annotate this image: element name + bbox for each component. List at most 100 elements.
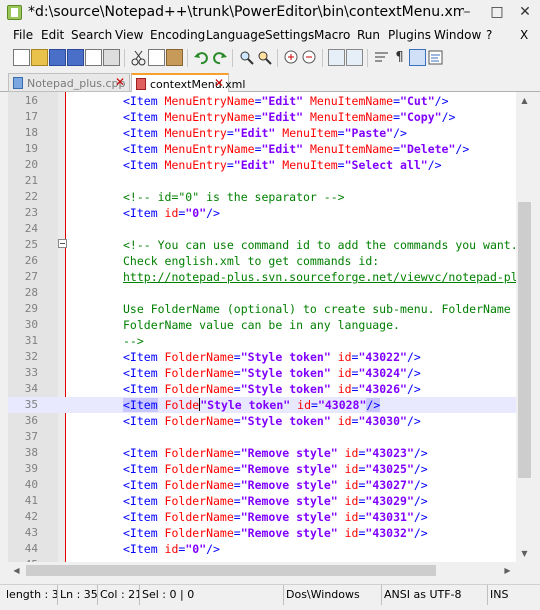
code-line[interactable]: 17 <Item MenuEntryName="Edit" MenuItemNam… <box>8 109 516 125</box>
code-line[interactable]: 34 <Item FolderName="Style token" id="430… <box>8 381 516 397</box>
code-token: /> <box>206 206 220 220</box>
code-line[interactable]: 24 <box>8 221 516 237</box>
close-icon[interactable] <box>85 49 102 66</box>
cut-icon[interactable] <box>130 49 147 66</box>
code-token: <Item <box>123 462 165 476</box>
minimize-button[interactable]: – <box>452 0 482 26</box>
document-map-icon[interactable] <box>427 49 444 66</box>
tab-context-menu-xml[interactable]: contextMenu.xml ✕ <box>131 73 245 93</box>
line-number: 42 <box>24 510 38 523</box>
indent-guide-icon[interactable] <box>409 49 426 66</box>
scroll-left-icon[interactable]: ◀ <box>8 562 25 579</box>
menu-encoding[interactable]: Encoding <box>150 28 205 42</box>
code-line[interactable]: 43 <Item FolderName="Remove style" id="43… <box>8 525 516 541</box>
code-line[interactable]: 31 --> <box>8 333 516 349</box>
code-line[interactable]: 33 <Item FolderName="Style token" id="430… <box>8 365 516 381</box>
code-line[interactable]: 40 <Item FolderName="Remove style" id="43… <box>8 477 516 493</box>
code-token: id <box>344 462 359 476</box>
tab-close-icon[interactable]: ✕ <box>115 75 125 89</box>
code-token: <Item <box>123 446 165 460</box>
code-line[interactable]: 26 Check english.xml to get commands id: <box>8 253 516 269</box>
code-line[interactable]: 30 FolderName value can be in any languag… <box>8 317 516 333</box>
copy-icon[interactable] <box>148 49 165 66</box>
save-icon[interactable] <box>49 49 66 66</box>
scroll-right-icon[interactable]: ▶ <box>499 562 516 579</box>
menu-edit[interactable]: Edit <box>41 28 64 42</box>
code-editor[interactable]: 16 <Item MenuEntryName="Edit" MenuItemNam… <box>8 92 516 562</box>
code-token: "Paste" <box>344 126 394 140</box>
menu-window[interactable]: Window <box>434 28 481 42</box>
menu-file[interactable]: File <box>13 28 33 42</box>
code-token: id <box>337 350 352 364</box>
scroll-thumb[interactable] <box>26 565 436 576</box>
menu-search[interactable]: Search <box>71 28 112 42</box>
scroll-thumb[interactable] <box>518 202 531 478</box>
code-line[interactable]: 36 <Item FolderName="Style token" id="430… <box>8 413 516 429</box>
code-line[interactable]: 19 <Item MenuEntryName="Edit" MenuItemNam… <box>8 141 516 157</box>
toolbar: ¶ <box>0 45 540 71</box>
close-window-button[interactable]: ✕ <box>510 0 540 26</box>
status-selection: Sel : 0 | 0 <box>140 585 284 605</box>
redo-icon[interactable] <box>211 49 228 66</box>
print-icon[interactable] <box>103 49 120 66</box>
scroll-up-icon[interactable]: ▲ <box>516 92 533 109</box>
menu-plugins[interactable]: Plugins <box>388 28 431 42</box>
vertical-scrollbar[interactable]: ▲ ▼ <box>516 92 533 562</box>
sync-vertical-icon[interactable] <box>328 49 345 66</box>
new-icon[interactable] <box>13 49 30 66</box>
code-token: <Item <box>123 366 165 380</box>
horizontal-scrollbar[interactable]: ◀ ▶ <box>8 562 516 579</box>
replace-icon[interactable] <box>256 49 273 66</box>
code-line[interactable]: 23 <Item id="0"/> <box>8 205 516 221</box>
code-line[interactable]: 39 <Item FolderName="Remove style" id="43… <box>8 461 516 477</box>
code-token: Check english.xml to get commands id: <box>123 254 380 268</box>
code-line[interactable]: 38 <Item FolderName="Remove style" id="43… <box>8 445 516 461</box>
save-all-icon[interactable] <box>67 49 84 66</box>
code-line[interactable]: 16 <Item MenuEntryName="Edit" MenuItemNam… <box>8 93 516 109</box>
code-token: FolderName <box>164 382 234 396</box>
code-token: MenuEntry <box>164 158 227 172</box>
code-line[interactable]: 18 <Item MenuEntry="Edit" MenuItem="Paste… <box>8 125 516 141</box>
line-text: <Item FolderName="Remove style" id="4302… <box>123 462 428 476</box>
code-token: "43022" <box>358 350 407 364</box>
zoom-out-icon[interactable] <box>301 49 318 66</box>
code-line[interactable]: 21 <box>8 173 516 189</box>
menu-macro[interactable]: Macro <box>314 28 350 42</box>
close-document-icon[interactable]: X <box>520 28 528 42</box>
code-line[interactable]: 44 <Item id="0"/> <box>8 541 516 557</box>
maximize-button[interactable]: □ <box>482 0 512 26</box>
file-icon <box>13 77 23 89</box>
code-token: id <box>297 398 311 412</box>
code-token: <Item <box>123 478 165 492</box>
code-line[interactable]: 32 <Item FolderName="Style token" id="430… <box>8 349 516 365</box>
code-line[interactable]: 20 <Item MenuEntry="Edit" MenuItem="Selec… <box>8 157 516 173</box>
menu-run[interactable]: Run <box>357 28 380 42</box>
code-line[interactable]: 28 <box>8 285 516 301</box>
menu-view[interactable]: View <box>115 28 143 42</box>
code-line[interactable]: 22 <!-- id="0" is the separator --> <box>8 189 516 205</box>
code-line[interactable]: 35 <Item Folde"Style token" id="43028"/> <box>8 397 516 413</box>
menu-settings[interactable]: Settings <box>265 28 314 42</box>
code-line[interactable]: 27 http://notepad-plus.svn.sourceforge.ne… <box>8 269 516 285</box>
line-text: <Item MenuEntry="Edit" MenuItem="Select … <box>123 158 442 172</box>
show-all-chars-icon[interactable]: ¶ <box>391 49 408 66</box>
zoom-in-icon[interactable] <box>283 49 300 66</box>
menu-help[interactable]: ? <box>486 28 492 42</box>
code-line[interactable]: 41 <Item FolderName="Remove style" id="43… <box>8 493 516 509</box>
find-icon[interactable] <box>238 49 255 66</box>
undo-icon[interactable] <box>193 49 210 66</box>
code-line[interactable]: 29 Use FolderName (optional) to create su… <box>8 301 516 317</box>
code-line[interactable]: 37 <box>8 429 516 445</box>
paste-icon[interactable] <box>166 49 183 66</box>
menu-language[interactable]: Language <box>206 28 265 42</box>
code-token: id <box>344 494 359 508</box>
open-icon[interactable] <box>31 49 48 66</box>
tab-close-icon[interactable]: ✕ <box>214 76 224 90</box>
tab-notepad-plus-cpp[interactable]: Notepad_plus.cpp ✕ <box>8 73 130 92</box>
code-line[interactable]: 25 <!-- You can use command id to add the… <box>8 237 516 253</box>
sync-horizontal-icon[interactable] <box>346 49 363 66</box>
word-wrap-icon[interactable] <box>373 49 390 66</box>
code-line[interactable]: 42 <Item FolderName="Remove style" id="43… <box>8 509 516 525</box>
scroll-down-icon[interactable]: ▼ <box>516 545 533 562</box>
